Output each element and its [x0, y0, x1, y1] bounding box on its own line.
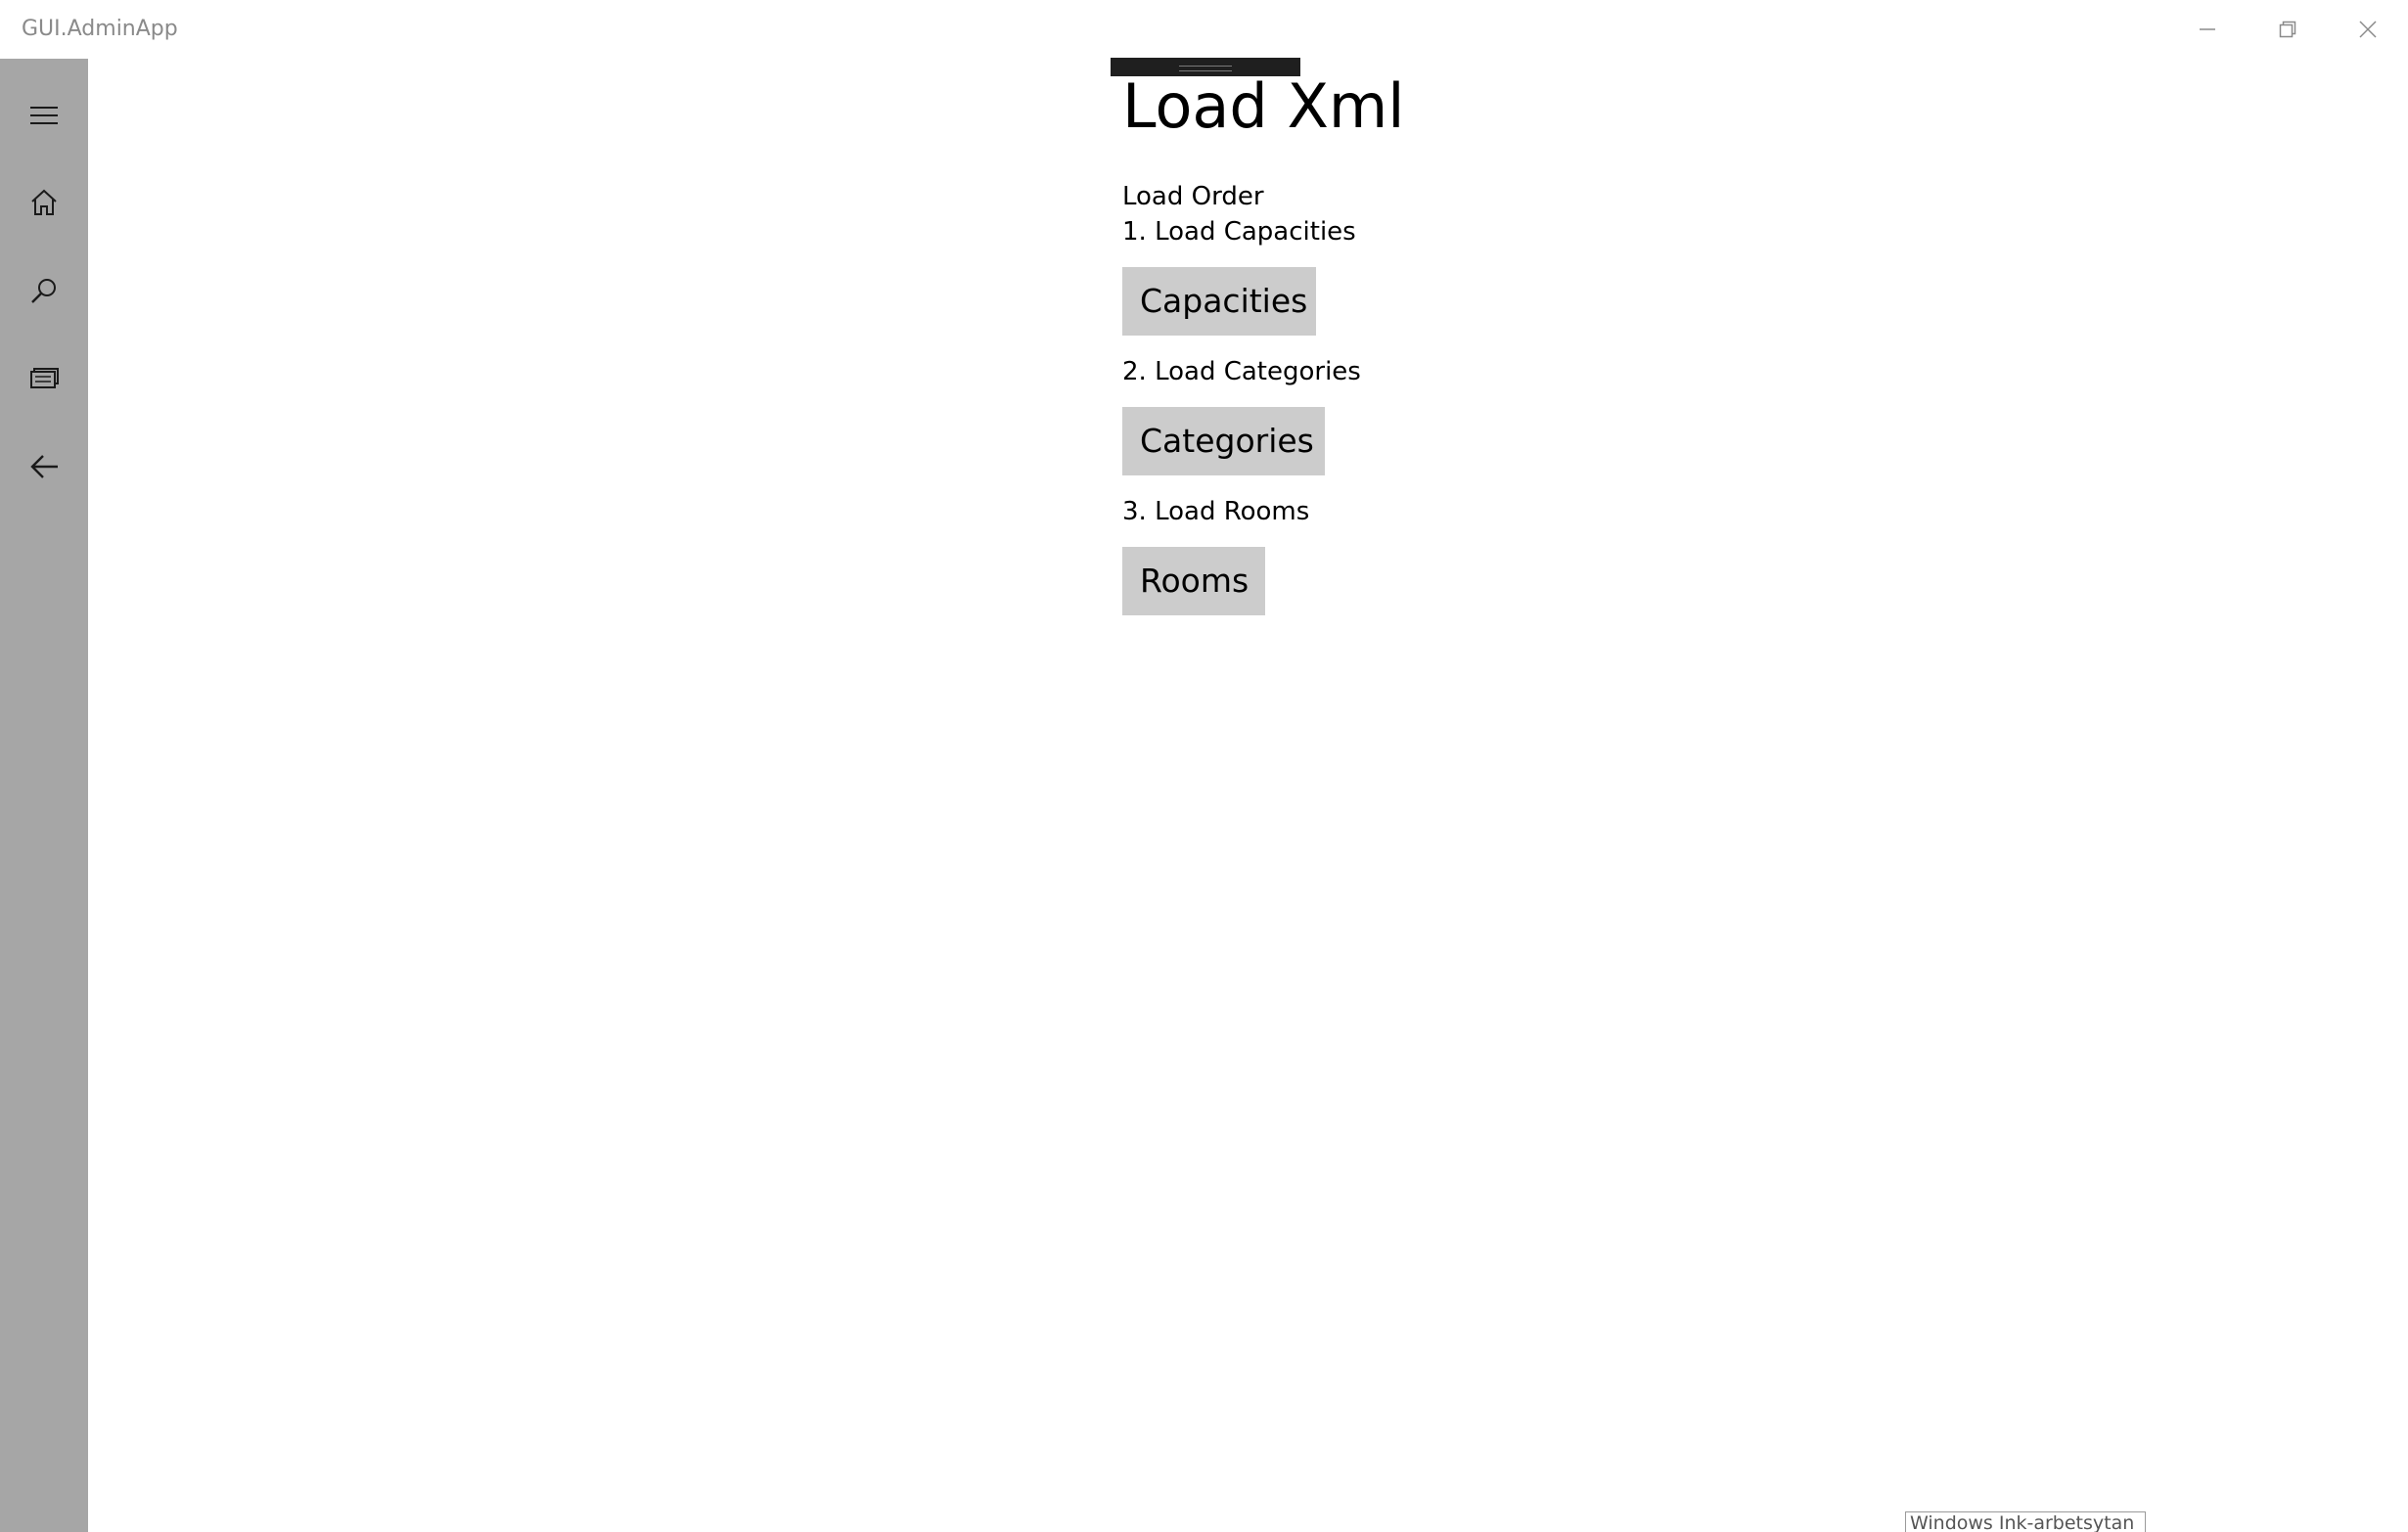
- app-window: GUI.AdminApp Load Xml Load Order 1. Load…: [0, 0, 2408, 1532]
- title-bar[interactable]: GUI.AdminApp: [0, 0, 2408, 59]
- load-capacities-button[interactable]: Capacities: [1122, 267, 1316, 336]
- hamburger-menu-button[interactable]: [0, 74, 88, 160]
- restore-button[interactable]: [2248, 0, 2328, 59]
- close-button[interactable]: [2328, 0, 2408, 59]
- minimize-button[interactable]: [2167, 0, 2248, 59]
- home-icon: [30, 189, 58, 220]
- home-nav-button[interactable]: [0, 161, 88, 248]
- step-categories-label: 2. Load Categories: [1122, 357, 1361, 386]
- load-order-label: Load Order: [1122, 182, 1264, 211]
- list-icon: [29, 367, 59, 394]
- list-nav-button[interactable]: [0, 338, 88, 424]
- windows-ink-tooltip: Windows Ink-arbetsytan: [1905, 1511, 2146, 1532]
- restore-icon: [2279, 21, 2296, 38]
- step-rooms-label: 3. Load Rooms: [1122, 497, 1310, 526]
- load-categories-button[interactable]: Categories: [1122, 407, 1325, 475]
- search-nav-button[interactable]: [0, 249, 88, 336]
- step-capacities-label: 1. Load Capacities: [1122, 217, 1356, 247]
- load-rooms-button[interactable]: Rooms: [1122, 547, 1265, 615]
- page-title: Load Xml: [1122, 70, 1405, 142]
- app-title: GUI.AdminApp: [22, 17, 178, 41]
- minimize-icon: [2199, 21, 2216, 38]
- navigation-sidebar: [0, 59, 88, 1532]
- hamburger-menu-icon: [29, 105, 59, 130]
- back-arrow-icon: [29, 454, 59, 483]
- search-icon: [30, 277, 58, 308]
- close-icon: [2359, 21, 2377, 38]
- back-nav-button[interactable]: [0, 426, 88, 512]
